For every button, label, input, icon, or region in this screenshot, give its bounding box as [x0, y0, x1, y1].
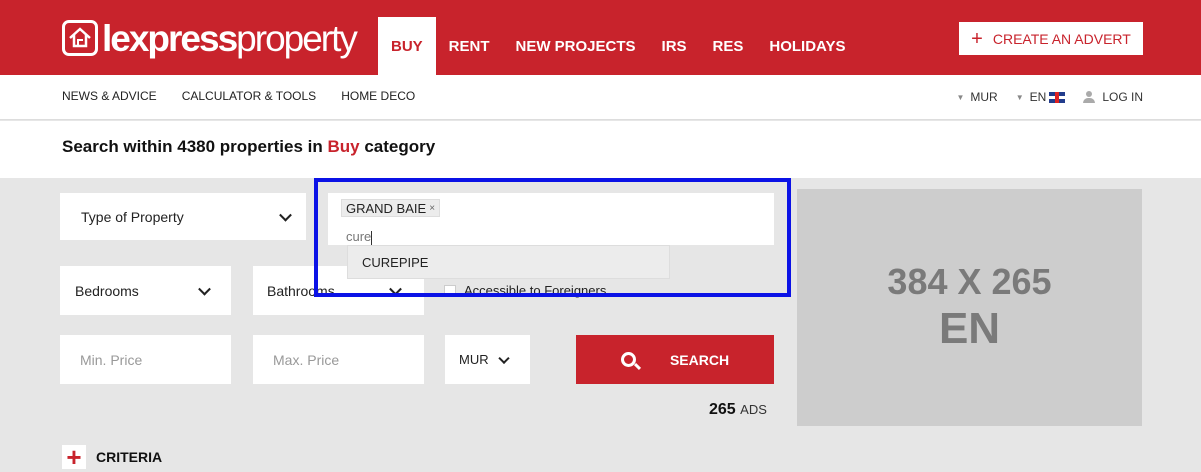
login-link[interactable]: LOG IN	[1083, 90, 1143, 104]
nav-irs[interactable]: IRS	[649, 17, 700, 75]
nav-buy[interactable]: BUY	[378, 17, 436, 75]
chevron-down-icon	[498, 352, 510, 364]
accessible-foreigners-label: Accessible to Foreigners	[464, 283, 607, 298]
ads-count: 265 ADS	[709, 401, 767, 418]
price-currency-select[interactable]: MUR	[445, 335, 530, 384]
location-tag: GRAND BAIE ×	[341, 199, 441, 217]
secondary-bar: NEWS & ADVICE CALCULATOR & TOOLS HOME DE…	[0, 75, 1201, 120]
ad-size-text: 384 X 265	[887, 260, 1052, 302]
property-type-label: Type of Property	[81, 208, 184, 225]
currency-selector[interactable]: ▼ MUR	[956, 90, 997, 104]
search-icon	[620, 352, 636, 367]
search-button[interactable]: SEARCH	[576, 335, 774, 384]
logo-text: lexpressproperty	[102, 17, 358, 59]
property-type-select[interactable]: Type of Property	[60, 193, 306, 240]
currency-value: MUR	[970, 90, 998, 104]
bathrooms-label: Bathrooms	[267, 282, 335, 299]
main-nav: BUY RENT NEW PROJECTS IRS RES HOLIDAYS	[378, 17, 859, 75]
uk-flag-icon	[1049, 91, 1066, 103]
login-label: LOG IN	[1102, 90, 1143, 104]
chevron-down-icon	[198, 282, 211, 296]
plus-icon: +	[62, 444, 86, 470]
ad-placeholder[interactable]: 384 X 265 EN	[797, 189, 1142, 426]
nav-new-projects[interactable]: NEW PROJECTS	[503, 17, 649, 75]
location-typed-text[interactable]: cure	[346, 229, 373, 245]
max-price-input[interactable]: Max. Price	[253, 335, 424, 384]
ads-label: ADS	[740, 402, 767, 417]
subnav-home-deco[interactable]: HOME DECO	[341, 89, 415, 103]
nav-holidays[interactable]: HOLIDAYS	[756, 17, 858, 75]
ad-lang-text: EN	[938, 303, 1001, 353]
secondary-nav: NEWS & ADVICE CALCULATOR & TOOLS HOME DE…	[62, 89, 415, 103]
create-advert-label: CREATE AN ADVERT	[992, 30, 1131, 47]
caret-down-icon: ▼	[956, 92, 965, 102]
site-logo[interactable]: lexpressproperty	[62, 16, 358, 60]
price-currency-value: MUR	[459, 352, 489, 367]
create-advert-button[interactable]: + CREATE AN ADVERT	[959, 22, 1143, 55]
min-price-input[interactable]: Min. Price	[60, 335, 231, 384]
subnav-calculator-tools[interactable]: CALCULATOR & TOOLS	[182, 89, 317, 103]
house-icon	[62, 20, 98, 56]
chevron-down-icon	[389, 282, 402, 296]
top-bar: lexpressproperty BUY RENT NEW PROJECTS I…	[0, 0, 1201, 75]
user-icon	[1083, 91, 1096, 103]
chevron-down-icon	[279, 208, 292, 222]
search-button-label: SEARCH	[669, 351, 730, 368]
location-tag-label: GRAND BAIE	[346, 200, 427, 216]
location-suggestion[interactable]: CUREPIPE	[347, 245, 670, 279]
subnav-news-advice[interactable]: NEWS & ADVICE	[62, 89, 157, 103]
caret-down-icon: ▼	[1015, 92, 1024, 102]
bedrooms-label: Bedrooms	[75, 282, 139, 299]
location-input[interactable]: GRAND BAIE × cure	[328, 193, 774, 245]
search-headline: Search within 4380 properties in Buy cat…	[62, 137, 436, 156]
criteria-label: CRITERIA	[96, 449, 163, 465]
criteria-toggle[interactable]: + CRITERIA	[62, 444, 163, 470]
nav-res[interactable]: RES	[700, 17, 757, 75]
min-price-placeholder: Min. Price	[80, 351, 143, 368]
remove-tag-icon[interactable]: ×	[429, 203, 435, 214]
nav-rent[interactable]: RENT	[436, 17, 503, 75]
max-price-placeholder: Max. Price	[273, 351, 340, 368]
accessible-foreigners-checkbox[interactable]	[444, 285, 456, 297]
user-controls: ▼ MUR ▼ EN LOG IN	[938, 90, 1143, 104]
bedrooms-select[interactable]: Bedrooms	[60, 266, 231, 315]
plus-icon: +	[971, 27, 983, 50]
language-value: EN	[1029, 90, 1047, 104]
language-selector[interactable]: ▼ EN	[1016, 90, 1066, 104]
